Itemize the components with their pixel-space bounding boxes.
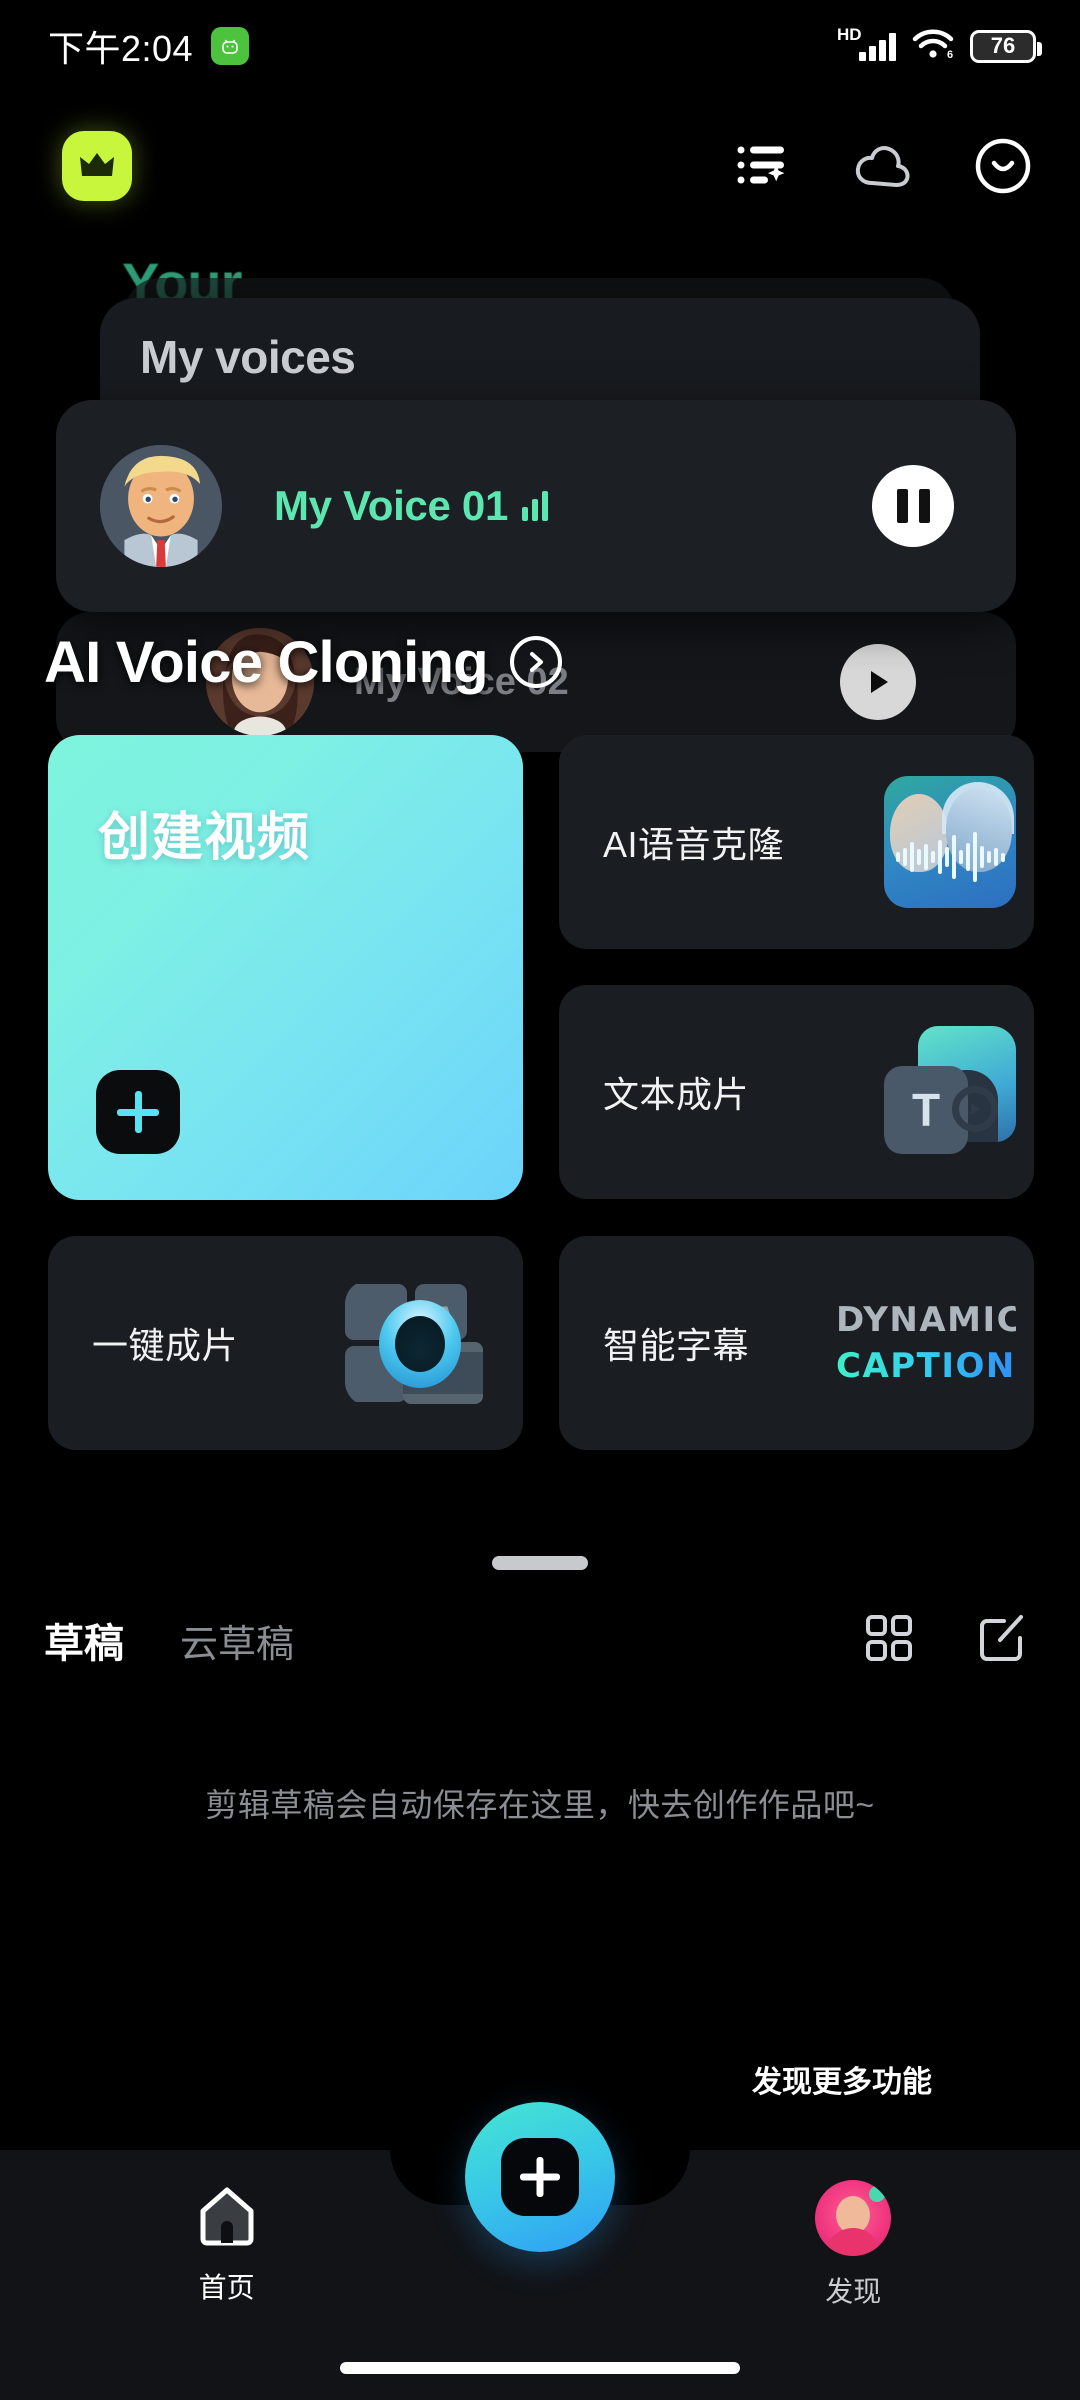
- feature-card-ai-voice-clone[interactable]: AI语音克隆: [559, 735, 1034, 949]
- voice-name: My Voice 01: [274, 482, 549, 530]
- nav-item-home[interactable]: 首页: [127, 2185, 327, 2306]
- dynamic-captions-thumb: DYNAMIC CAPTIONS: [836, 1288, 1016, 1398]
- captions-line-2: CAPTIONS: [836, 1346, 1016, 1386]
- status-bar-right: HD 6 76: [837, 25, 1042, 65]
- chevron-right-circle-icon[interactable]: [509, 636, 562, 688]
- captions-line-1: DYNAMIC: [836, 1300, 1016, 1340]
- equalizer-icon: [522, 491, 549, 521]
- play-icon[interactable]: [840, 644, 916, 720]
- feature-label: AI语音克隆: [603, 824, 785, 865]
- signal-strength-bars: [859, 31, 896, 61]
- drafts-tabs: 草稿 云草稿: [44, 1611, 294, 1669]
- feature-grid-bottom: 一键成片 A 智能字幕 DYNAMIC CAPTIONS: [48, 1236, 1034, 1450]
- feature-card-text-to-video[interactable]: 文本成片 T: [559, 985, 1034, 1199]
- feature-grid-top: 创建视频 AI语音克隆 文本成片 T: [48, 735, 1034, 1200]
- signal-bars-icon: HD: [837, 25, 896, 61]
- text-to-video-thumb: T: [884, 1026, 1016, 1158]
- plus-icon: [501, 2138, 579, 2216]
- magic-knob-icon: [379, 1300, 461, 1388]
- battery-percent-label: 76: [990, 33, 1016, 58]
- cloud-icon[interactable]: [852, 135, 914, 197]
- feature-card-auto-captions[interactable]: 智能字幕 DYNAMIC CAPTIONS: [559, 1236, 1034, 1450]
- hero-title[interactable]: AI Voice Cloning: [44, 612, 744, 712]
- app-bar: [0, 118, 1080, 214]
- feature-grid: 创建视频 AI语音克隆 文本成片 T 一键成片 智能字幕 DYNAMIC CAP…: [48, 735, 1034, 1450]
- voice-row[interactable]: My Voice 01: [56, 400, 1016, 612]
- discover-more-features-label[interactable]: 发现更多功能: [752, 2057, 932, 2101]
- avatar: [100, 445, 222, 567]
- android-robot-icon: [211, 27, 250, 65]
- home-icon: [197, 2185, 257, 2252]
- create-video-title: 创建视频: [98, 809, 311, 867]
- crown-icon[interactable]: [62, 131, 132, 201]
- nav-label: 首页: [198, 2271, 255, 2303]
- feature-label: 一键成片: [92, 1325, 239, 1366]
- svg-text:6: 6: [947, 49, 953, 60]
- create-video-card[interactable]: 创建视频: [48, 735, 523, 1200]
- drafts-actions: [864, 1612, 1028, 1669]
- discover-avatar-icon: [815, 2180, 892, 2256]
- home-indicator: [340, 2362, 740, 2374]
- bottom-navigation: 首页 · 发现: [0, 2102, 1080, 2400]
- tab-cloud-drafts[interactable]: 云草稿: [180, 1613, 294, 1668]
- plus-icon[interactable]: [96, 1070, 180, 1154]
- feature-right-column: AI语音克隆 文本成片 T: [559, 735, 1034, 1200]
- create-fab-button[interactable]: [465, 2102, 615, 2252]
- network-type-label: HD: [837, 25, 862, 44]
- hero-title-text: AI Voice Cloning: [44, 629, 489, 695]
- profile-smiley-icon[interactable]: [972, 135, 1034, 197]
- play-badge-icon: [952, 1086, 998, 1132]
- waveform-icon: [884, 830, 1016, 884]
- ai-list-icon[interactable]: [732, 135, 794, 197]
- tab-local-drafts[interactable]: 草稿: [44, 1611, 124, 1669]
- status-bar-left: 下午2:04: [48, 20, 250, 72]
- status-time: 下午2:04: [48, 28, 194, 69]
- drafts-empty-text: 剪辑草稿会自动保存在这里，快去创作作品吧~: [205, 1787, 875, 1823]
- app-bar-actions: [732, 135, 1034, 197]
- pause-icon[interactable]: [872, 465, 954, 547]
- ai-voice-clone-thumb: [884, 776, 1016, 908]
- nav-label: 发现: [825, 2276, 882, 2307]
- feature-label: 智能字幕: [603, 1325, 750, 1366]
- nav-item-discover[interactable]: 发现: [753, 2180, 953, 2310]
- feature-label: 文本成片: [603, 1074, 750, 1115]
- grid-view-icon[interactable]: [864, 1613, 914, 1668]
- one-click-edit-thumb: A: [345, 1280, 505, 1406]
- sheet-drag-handle[interactable]: [492, 1556, 588, 1570]
- drafts-header: 草稿 云草稿: [0, 1580, 1080, 1700]
- edit-pencil-icon[interactable]: [976, 1612, 1028, 1669]
- status-bar: 下午2:04 HD 6 76: [0, 0, 1080, 92]
- voice-name-text: My Voice 01: [274, 482, 509, 529]
- battery-icon: 76: [970, 29, 1042, 63]
- wifi-icon: 6: [912, 28, 954, 65]
- feature-card-one-click-edit[interactable]: 一键成片 A: [48, 1236, 523, 1450]
- my-voices-title: My voices: [140, 331, 356, 383]
